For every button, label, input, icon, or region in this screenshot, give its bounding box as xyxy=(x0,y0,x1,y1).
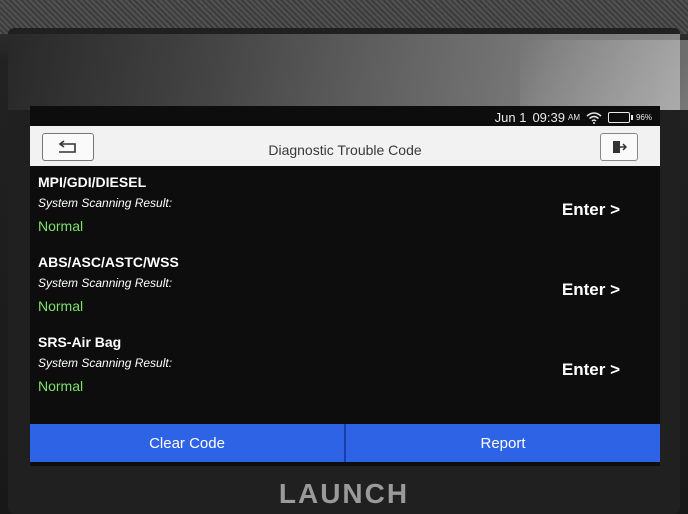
battery-icon xyxy=(607,112,633,123)
action-bar: Clear Code Report xyxy=(30,424,660,462)
system-list: MPI/GDI/DIESEL System Scanning Result: N… xyxy=(30,168,660,408)
status-bar: Jun 1 09:39 AM 96% xyxy=(30,106,660,126)
scan-result-value: Normal xyxy=(38,218,84,234)
status-ampm: AM xyxy=(567,113,580,122)
screen: Jun 1 09:39 AM 96% Diagnostic Trouble Co… xyxy=(30,106,660,466)
scan-result-value: Normal xyxy=(38,378,84,394)
enter-button[interactable]: Enter > xyxy=(562,280,620,300)
scan-result-label: System Scanning Result: xyxy=(38,196,173,210)
system-row: MPI/GDI/DIESEL System Scanning Result: N… xyxy=(30,168,660,248)
page-title: Diagnostic Trouble Code xyxy=(268,142,422,158)
battery-percent: 96% xyxy=(635,113,652,122)
device-photo: Jun 1 09:39 AM 96% Diagnostic Trouble Co… xyxy=(0,0,688,514)
exit-button[interactable] xyxy=(600,133,638,161)
brand-logo: LAUNCH xyxy=(278,478,410,509)
system-name: MPI/GDI/DIESEL xyxy=(38,174,147,190)
scan-result-label: System Scanning Result: xyxy=(38,356,173,370)
scan-result-label: System Scanning Result: xyxy=(38,276,173,290)
clear-code-button[interactable]: Clear Code xyxy=(30,424,344,462)
title-bar: Diagnostic Trouble Code xyxy=(30,126,660,166)
back-button[interactable] xyxy=(42,133,94,161)
system-name: SRS-Air Bag xyxy=(38,334,122,350)
exit-icon xyxy=(613,141,627,153)
report-button[interactable]: Report xyxy=(346,424,660,462)
status-date: Jun 1 xyxy=(494,110,527,125)
enter-button[interactable]: Enter > xyxy=(562,200,620,220)
system-name: ABS/ASC/ASTC/WSS xyxy=(38,254,179,270)
back-arrow-icon xyxy=(58,140,76,153)
wifi-icon xyxy=(586,111,602,124)
system-row: ABS/ASC/ASTC/WSS System Scanning Result:… xyxy=(30,248,660,328)
status-time: 09:39 xyxy=(532,110,565,125)
enter-button[interactable]: Enter > xyxy=(562,360,620,380)
screen-glare-highlight xyxy=(520,40,688,110)
system-row: SRS-Air Bag System Scanning Result: Norm… xyxy=(30,328,660,408)
scan-result-value: Normal xyxy=(38,298,84,314)
